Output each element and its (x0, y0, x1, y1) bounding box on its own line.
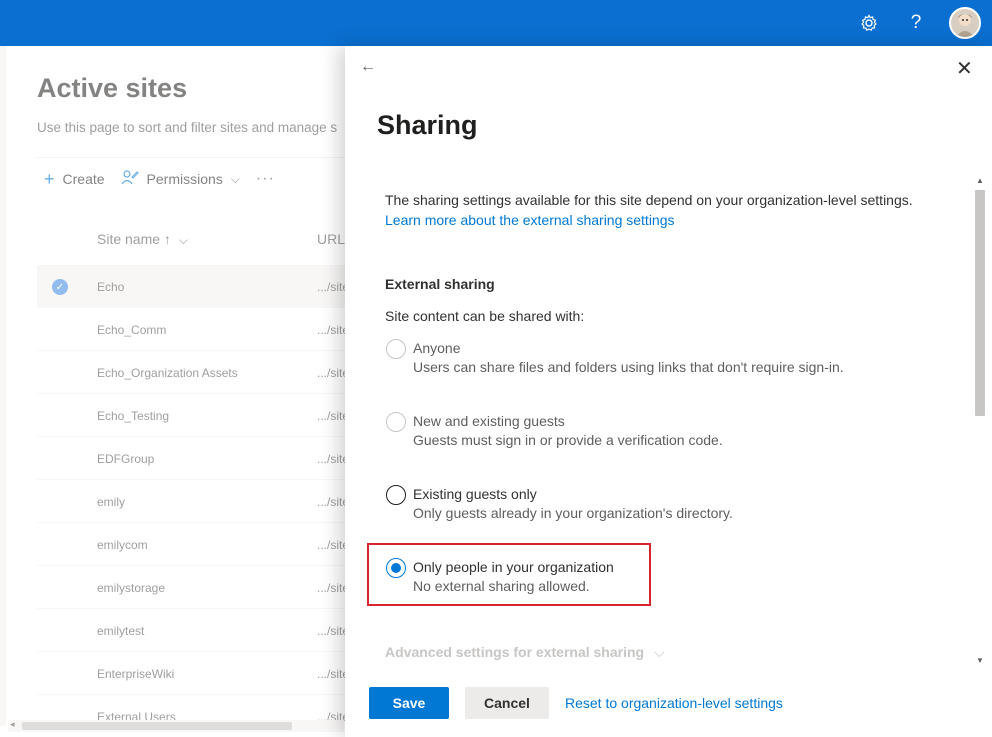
top-bar: ? (0, 0, 992, 46)
panel-title: Sharing (377, 110, 478, 140)
learn-more-link[interactable]: Learn more about the external sharing se… (385, 212, 675, 228)
help-icon[interactable]: ? (904, 11, 928, 35)
advanced-settings-toggle[interactable]: Advanced settings for external sharing ⌵ (385, 644, 665, 661)
external-sharing-subtext: Site content can be shared with: (385, 308, 585, 324)
option-label: Anyone (413, 340, 461, 356)
option-description: Guests must sign in or provide a verific… (413, 432, 723, 448)
gear-icon-svg (861, 14, 877, 32)
advanced-settings-label: Advanced settings for external sharing (385, 644, 645, 660)
intro-text: The sharing settings available for this … (385, 192, 913, 208)
radio-anyone[interactable] (386, 339, 406, 359)
chevron-down-icon: ⌵ (653, 644, 665, 660)
scroll-up-icon[interactable]: ▲ (976, 176, 984, 185)
gear-icon[interactable] (857, 11, 881, 35)
option-description: Only guests already in your organization… (413, 505, 733, 521)
reset-settings-link[interactable]: Reset to organization-level settings (565, 695, 783, 711)
radio-new-existing-guests[interactable] (386, 412, 406, 432)
avatar[interactable] (949, 7, 981, 39)
vertical-scrollbar[interactable]: ▲ ▼ (972, 176, 988, 668)
save-button[interactable]: Save (369, 687, 449, 719)
option-label: Existing guests only (413, 486, 537, 502)
avatar-icon (951, 9, 979, 37)
close-icon[interactable]: ✕ (956, 56, 973, 81)
scroll-down-icon[interactable]: ▼ (976, 656, 984, 665)
sharing-panel: ← ✕ Sharing The sharing settings availab… (345, 46, 992, 737)
radio-existing-guests[interactable] (386, 485, 406, 505)
modal-overlay (0, 46, 345, 737)
highlight-annotation-box (367, 543, 651, 606)
option-label: New and existing guests (413, 413, 565, 429)
back-arrow-icon[interactable]: ← (360, 58, 376, 76)
external-sharing-heading: External sharing (385, 276, 495, 292)
cancel-button[interactable]: Cancel (465, 687, 549, 719)
vertical-scroll-thumb[interactable] (975, 190, 985, 416)
option-description: Users can share files and folders using … (413, 359, 844, 375)
